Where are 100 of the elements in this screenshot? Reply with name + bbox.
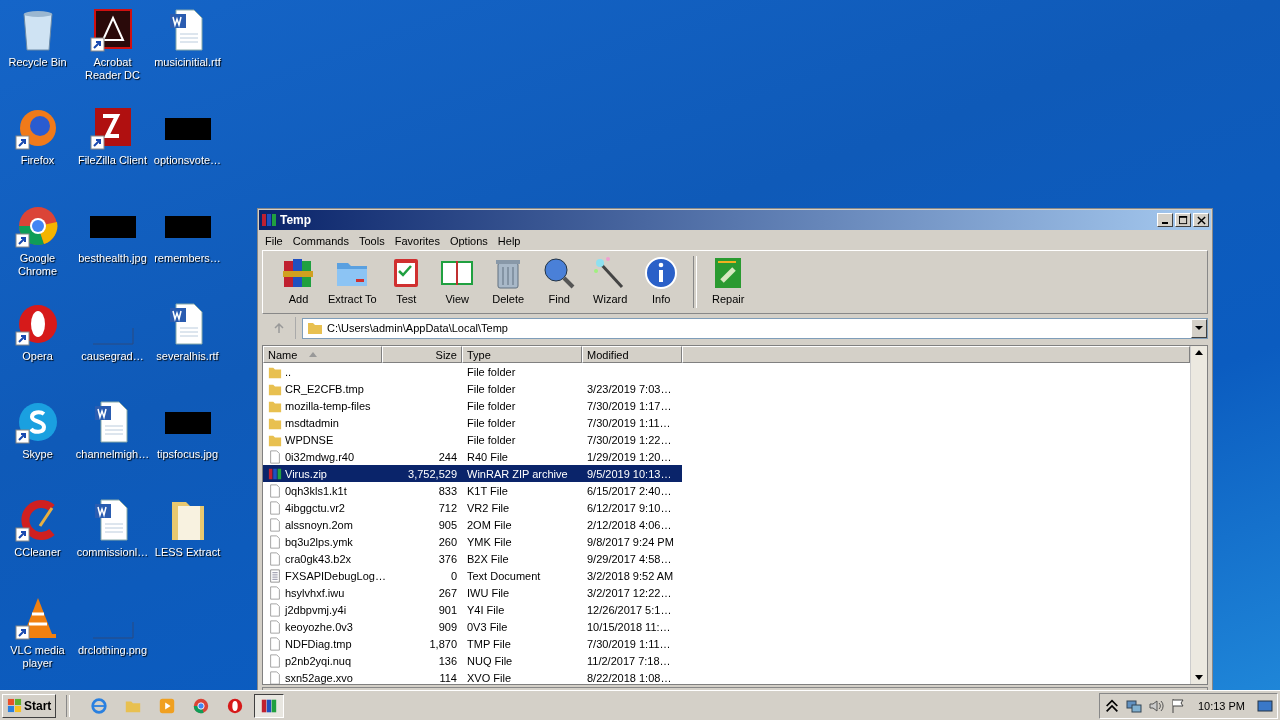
toolbar-button[interactable]: Info <box>635 251 687 305</box>
address-field[interactable]: C:\Users\admin\AppData\Local\Temp <box>302 317 1208 339</box>
file-row[interactable]: WPDNSE File folder 7/30/2019 1:22… <box>263 431 682 448</box>
file-row[interactable]: .. File folder <box>263 363 682 380</box>
desktop-icon-label: Google Chrome <box>16 252 59 278</box>
desktop-icon-label: Acrobat Reader DC <box>84 56 141 82</box>
file-row[interactable]: j2dbpvmj.y4i 901 Y4I File 12/26/2017 5:1… <box>263 601 682 618</box>
clock[interactable]: 10:13 PM <box>1197 699 1245 712</box>
file-icon <box>268 636 282 651</box>
windows-logo-icon <box>7 698 22 713</box>
menu-item[interactable]: Favorites <box>389 234 445 247</box>
toolbar-button[interactable]: Find <box>533 251 585 305</box>
file-row[interactable]: cra0gk43.b2x 376 B2X File 9/29/2017 4:58… <box>263 550 682 567</box>
file-type: XVO File <box>467 671 511 684</box>
file-row[interactable]: Virus.zip 3,752,529 WinRAR ZIP archive 9/5/2019 10:13… <box>263 465 682 482</box>
desktop-icon-label: causegrad… <box>80 350 145 363</box>
file-row[interactable]: msdtadmin File folder 7/30/2019 1:11… <box>263 414 682 431</box>
taskbar-app-button[interactable] <box>254 693 285 718</box>
file-size: 0 <box>450 569 457 582</box>
file-name: FXSAPIDebugLog… <box>285 569 386 582</box>
file-type: VR2 File <box>467 501 510 514</box>
file-name: 0i32mdwg.r40 <box>285 450 355 463</box>
file-row[interactable]: NDFDiag.tmp 1,870 TMP File 7/30/2019 1:11… <box>263 635 682 652</box>
file-row[interactable]: 0qh3kls1.k1t 833 K1T File 6/15/2017 2:40… <box>263 482 682 499</box>
minimize-button[interactable] <box>1157 213 1173 227</box>
toolbar-button[interactable]: Delete <box>482 251 534 305</box>
file-name: Virus.zip <box>285 467 327 480</box>
toolbar-button[interactable]: Repair <box>702 251 754 305</box>
file-row[interactable]: hsylvhxf.iwu 267 IWU File 3/2/2017 12:22… <box>263 584 682 601</box>
modified-date: 10/15/2018 11:… <box>587 620 671 633</box>
maximize-button[interactable] <box>1175 213 1191 227</box>
close-button[interactable] <box>1193 213 1209 227</box>
play-icon <box>158 696 177 715</box>
toolbar-button[interactable]: Test <box>380 251 432 305</box>
toolbar-button[interactable]: Wizard <box>584 251 636 305</box>
modified-date: 3/23/2019 7:03… <box>587 382 672 395</box>
toolbar-button[interactable]: Extract To <box>324 251 381 305</box>
file-type: 0V3 File <box>467 620 508 633</box>
menu-item[interactable]: Options <box>444 234 493 247</box>
file-row[interactable]: 0i32mdwg.r40 244 R40 File 1/29/2019 1:20… <box>263 448 682 465</box>
maximize-icon <box>1178 215 1188 225</box>
file-row[interactable]: FXSAPIDebugLog… 0 Text Document 3/2/2018 9:52 AM <box>263 567 682 584</box>
file-name: .. <box>285 365 292 378</box>
desktop-icon-label: FileZilla Client <box>76 154 149 167</box>
menu-item[interactable]: Help <box>492 234 526 247</box>
vertical-scrollbar[interactable] <box>1190 346 1207 684</box>
network-icon[interactable] <box>1125 697 1142 714</box>
modified-date: 7/30/2019 1:11… <box>587 637 671 650</box>
menu-item[interactable]: Commands <box>287 234 354 247</box>
file-size: 901 <box>438 603 457 616</box>
desktop-icon-label: tipsfocus.jpg <box>155 448 220 461</box>
books-icon <box>261 212 277 228</box>
file-row[interactable]: p2nb2yqi.nuq 136 NUQ File 11/2/2017 7:18… <box>263 652 682 669</box>
file-row[interactable]: bq3u2lps.ymk 260 YMK File 9/8/2017 9:24 PM <box>263 533 682 550</box>
file-icon <box>268 517 282 532</box>
column-header[interactable]: Size <box>382 346 462 363</box>
toolbar-button[interactable]: View <box>431 251 483 305</box>
scroll-down-icon[interactable] <box>1195 675 1203 680</box>
file-size: 3,752,529 <box>408 467 457 480</box>
file-name: alssnoyn.2om <box>285 518 353 531</box>
column-header[interactable]: Modified <box>582 346 682 363</box>
file-icon <box>268 551 282 566</box>
start-button[interactable]: Start <box>2 693 57 718</box>
file-row[interactable]: CR_E2CFB.tmp File folder 3/23/2019 7:03… <box>263 380 682 397</box>
file-row[interactable]: 4ibggctu.vr2 712 VR2 File 6/12/2017 9:10… <box>263 499 682 516</box>
file-size: 260 <box>438 535 457 548</box>
scroll-up-icon[interactable] <box>1195 350 1203 355</box>
window-title: Temp <box>280 213 313 227</box>
file-name: cra0gk43.b2x <box>285 552 352 565</box>
menu-item[interactable]: Tools <box>354 234 390 247</box>
flag-icon[interactable] <box>1169 697 1186 714</box>
column-header[interactable]: Name <box>263 346 382 363</box>
info-icon <box>643 255 680 291</box>
file-row[interactable]: mozilla-temp-files File folder 7/30/2019 1:17… <box>263 397 682 414</box>
column-header[interactable]: Type <box>462 346 582 363</box>
opera-icon <box>226 696 245 715</box>
speaker-icon[interactable] <box>1147 697 1164 714</box>
file-row[interactable]: alssnoyn.2om 905 2OM File 2/12/2018 4:06… <box>263 516 682 533</box>
file-size: 244 <box>438 450 457 463</box>
file-size: 114 <box>439 671 457 684</box>
show-desktop-icon[interactable] <box>1257 697 1273 714</box>
desktop-icon-label: CCleaner <box>13 546 62 559</box>
file-row[interactable]: keoyozhe.0v3 909 0V3 File 10/15/2018 11:… <box>263 618 682 635</box>
file-name: p2nb2yqi.nuq <box>285 654 352 667</box>
file-icon <box>268 534 282 549</box>
modified-date: 6/12/2017 9:10… <box>587 501 672 514</box>
menu-item[interactable]: File <box>260 234 288 247</box>
desktop-icon-label: channelmigh… <box>75 448 150 461</box>
chevron-up-icon[interactable] <box>1103 697 1120 714</box>
sort-arrow-icon <box>309 352 318 357</box>
toolbar-button[interactable]: Add <box>273 251 324 305</box>
modified-date: 7/30/2019 1:17… <box>587 399 672 412</box>
file-name: mozilla-temp-files <box>285 399 371 412</box>
file-row[interactable]: sxn52age.xvo 114 XVO File 8/22/2018 1:08… <box>263 669 682 684</box>
desktop-icon-label: LESS Extract <box>153 546 222 559</box>
file-icon <box>268 483 282 498</box>
file-size: 712 <box>438 501 457 514</box>
file-type: IWU File <box>467 586 510 599</box>
dropdown-button[interactable] <box>1191 318 1207 338</box>
file-type: File folder <box>467 399 516 412</box>
